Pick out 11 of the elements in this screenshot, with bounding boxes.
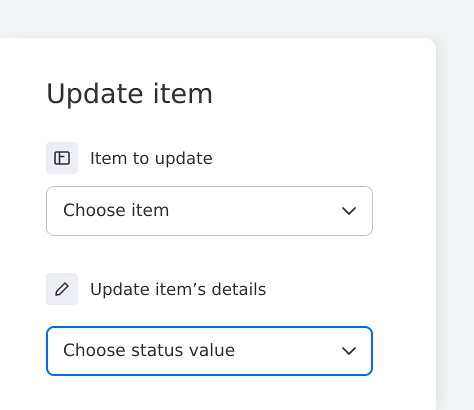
chevron-down-icon [342,347,356,355]
dropdown-placeholder: Choose status value [63,341,236,361]
pencil-icon [54,281,70,297]
dropdown-field[interactable]: Choose item [46,186,373,236]
dropdown-field[interactable]: Choose status value [46,326,373,376]
dialog-title: Update item [46,78,214,112]
chevron-down-icon [342,207,356,215]
panel-icon [54,151,70,165]
section-label: Item to update [90,148,213,168]
dropdown-placeholder: Choose item [63,201,170,221]
section-label: Update item’s details [90,280,266,298]
